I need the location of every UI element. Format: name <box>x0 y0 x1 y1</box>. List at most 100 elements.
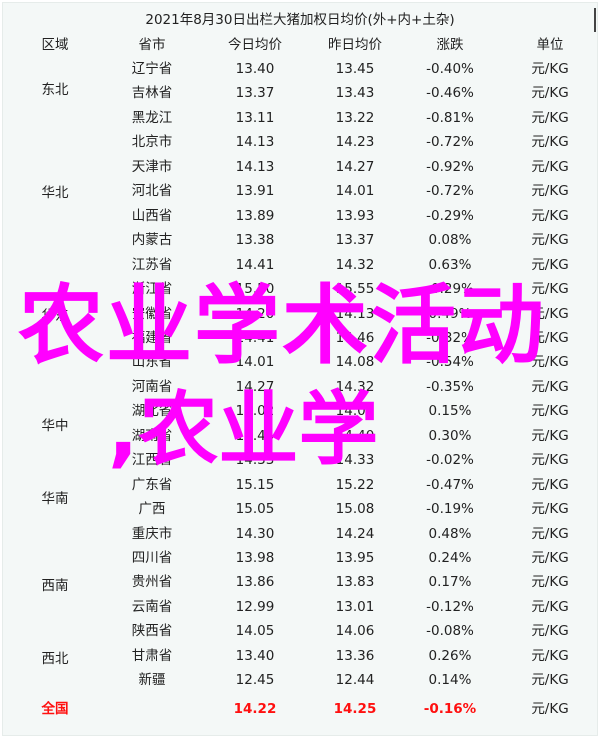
change-cell: 0.49% <box>428 305 472 322</box>
yesterday-price-cell: 14.23 <box>335 134 375 151</box>
today-price-cell: 13.91 <box>235 183 275 200</box>
today-price-cell: 14.30 <box>235 525 275 542</box>
province-cell: 贵州省 <box>131 574 173 591</box>
province-cell: 内蒙古 <box>131 232 173 249</box>
today-price-cell: 14.33 <box>235 452 275 469</box>
unit-cell: 元/KG <box>531 109 569 126</box>
yesterday-price-cell: 14.46 <box>335 329 375 346</box>
change-cell: 0.24% <box>428 550 472 566</box>
table-row: 浙江省 15.50 15.55 -0.29% 元/KG <box>0 277 600 301</box>
yesterday-price-cell: 13.37 <box>335 232 375 249</box>
yesterday-price-cell: 14.08 <box>335 354 375 371</box>
change-cell: -0.35% <box>426 378 474 395</box>
today-price-cell: 13.98 <box>235 550 275 566</box>
yesterday-price-cell: 13.43 <box>335 85 375 102</box>
province-cell: 山西省 <box>131 207 173 224</box>
table-row: 四川省 13.98 13.95 0.24% 元/KG <box>0 546 600 570</box>
unit-cell: 元/KG <box>531 281 569 298</box>
table-row: 云南省 12.99 13.01 -0.12% 元/KG <box>0 595 600 619</box>
unit-cell: 元/KG <box>531 329 569 346</box>
unit-cell: 元/KG <box>531 501 569 518</box>
yesterday-price-cell: 13.95 <box>335 550 375 566</box>
table-row: 湖北省 14.02 14.00 0.15% 元/KG <box>0 399 600 423</box>
province-cell: 河北省 <box>131 183 173 200</box>
table-row: 山西省 13.89 13.93 -0.29% 元/KG <box>0 204 600 228</box>
province-cell: 浙江省 <box>131 281 173 298</box>
unit-cell: 元/KG <box>531 85 569 102</box>
yesterday-price-cell: 14.01 <box>335 183 375 200</box>
total-yesterday-price: 14.25 <box>333 701 377 717</box>
unit-cell: 元/KG <box>531 403 569 420</box>
today-price-cell: 15.50 <box>235 281 275 298</box>
table-row: 湖南省 14.45 14.40 0.30% 元/KG <box>0 424 600 448</box>
table-row: 北京市 14.13 14.23 -0.72% 元/KG <box>0 130 600 154</box>
province-cell: 江苏省 <box>131 256 173 273</box>
yesterday-price-cell: 15.08 <box>335 501 375 518</box>
province-cell: 福建省 <box>131 329 173 346</box>
yesterday-price-cell: 14.00 <box>335 403 375 420</box>
province-cell: 安徽省 <box>131 305 173 322</box>
yesterday-price-cell: 14.06 <box>335 623 375 640</box>
unit-cell: 元/KG <box>531 134 569 151</box>
change-cell: 0.17% <box>428 574 472 591</box>
unit-cell: 元/KG <box>531 256 569 273</box>
change-cell: -0.46% <box>426 85 474 102</box>
change-cell: -0.47% <box>426 476 474 493</box>
column-header-yesterday: 昨日均价 <box>328 37 382 53</box>
unit-cell: 元/KG <box>531 354 569 371</box>
table-row: 甘肃省 13.40 13.36 0.26% 元/KG <box>0 644 600 668</box>
unit-cell: 元/KG <box>531 378 569 395</box>
change-cell: 0.14% <box>428 672 472 689</box>
yesterday-price-cell: 13.22 <box>335 109 375 126</box>
region-label: 西北 <box>41 651 69 667</box>
province-cell: 重庆市 <box>131 525 173 542</box>
today-price-cell: 14.02 <box>235 403 275 420</box>
column-header-unit: 单位 <box>536 37 564 53</box>
yesterday-price-cell: 14.13 <box>335 305 375 322</box>
table-title: 2021年8月30日出栏大猪加权日均价(外+内+土杂) <box>145 12 455 28</box>
today-price-cell: 14.05 <box>235 623 275 640</box>
unit-cell: 元/KG <box>531 207 569 224</box>
yesterday-price-cell: 14.33 <box>335 452 375 469</box>
province-cell: 新疆 <box>138 672 166 689</box>
change-cell: -0.92% <box>426 158 474 175</box>
today-price-cell: 12.45 <box>235 672 275 689</box>
table-row: 新疆 12.45 12.44 0.14% 元/KG <box>0 668 600 692</box>
unit-cell: 元/KG <box>531 305 569 322</box>
unit-cell: 元/KG <box>531 476 569 493</box>
change-cell: 0.48% <box>428 525 472 542</box>
change-cell: -0.02% <box>426 452 474 469</box>
change-cell: 0.26% <box>428 647 472 664</box>
unit-cell: 元/KG <box>531 61 569 77</box>
province-cell: 云南省 <box>131 598 173 615</box>
region-label: 华东 <box>41 308 69 324</box>
yesterday-price-cell: 14.32 <box>335 378 375 395</box>
today-price-cell: 14.01 <box>235 354 275 371</box>
table-row: 陕西省 14.05 14.06 -0.08% 元/KG <box>0 619 600 643</box>
province-cell: 天津市 <box>131 158 173 175</box>
unit-cell: 元/KG <box>531 598 569 615</box>
today-price-cell: 13.38 <box>235 232 275 249</box>
unit-cell: 元/KG <box>531 158 569 175</box>
table-row: 江苏省 14.41 14.32 0.63% 元/KG <box>0 253 600 277</box>
table-row: 江西省 14.33 14.33 -0.02% 元/KG <box>0 448 600 472</box>
today-price-cell: 14.13 <box>235 158 275 175</box>
table-row: 河南省 14.27 14.32 -0.35% 元/KG <box>0 375 600 399</box>
today-price-cell: 14.27 <box>235 378 275 395</box>
today-price-cell: 14.41 <box>235 256 275 273</box>
column-header-row: 区域 省市 今日均价 昨日均价 涨跌 单位 <box>0 33 600 57</box>
province-cell: 湖北省 <box>131 403 173 420</box>
column-header-province: 省市 <box>138 37 166 53</box>
table-row: 天津市 14.13 14.27 -0.92% 元/KG <box>0 155 600 179</box>
region-label: 华北 <box>41 185 69 201</box>
change-cell: -0.72% <box>426 134 474 151</box>
province-cell: 辽宁省 <box>131 61 173 77</box>
yesterday-price-cell: 13.36 <box>335 647 375 664</box>
yesterday-price-cell: 13.93 <box>335 207 375 224</box>
unit-cell: 元/KG <box>531 672 569 689</box>
total-row: 全国 14.22 14.25 -0.16% 元/KG <box>0 697 600 721</box>
change-cell: 0.63% <box>428 256 472 273</box>
province-cell: 陕西省 <box>131 623 173 640</box>
change-cell: -0.40% <box>426 61 474 77</box>
table-row: 辽宁省 13.40 13.45 -0.40% 元/KG <box>0 57 600 81</box>
